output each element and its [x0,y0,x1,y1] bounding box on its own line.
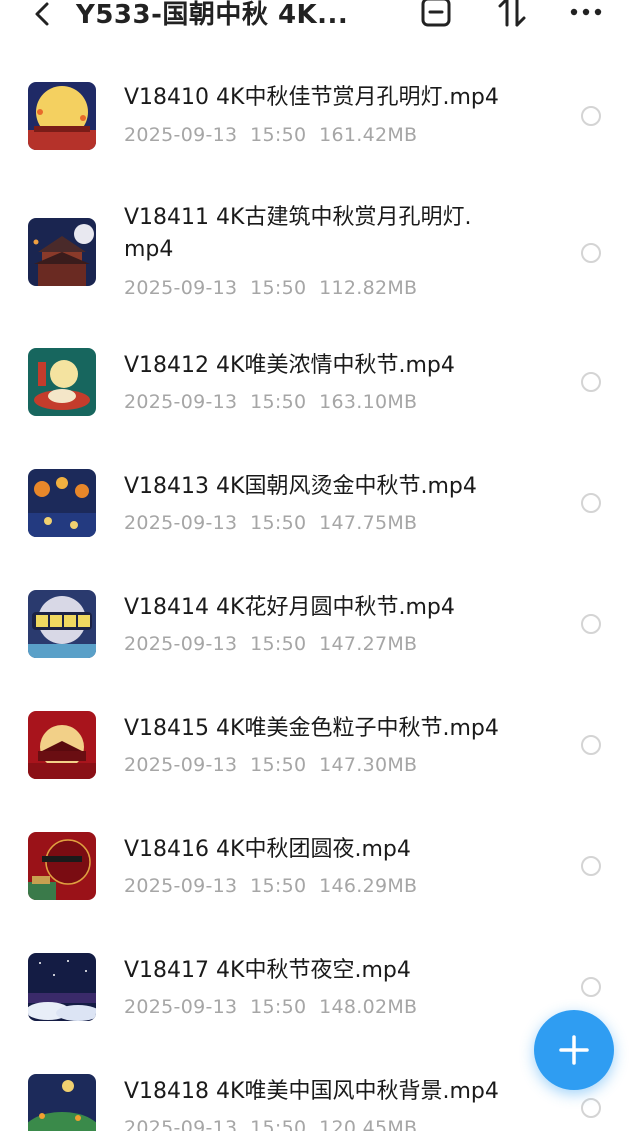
more-button[interactable] [566,0,606,32]
select-icon [421,0,451,27]
select-checkbox[interactable] [581,106,601,126]
file-name: V18417 4K中秋节夜空.mp4 [124,958,411,983]
video-thumbnail [28,711,96,779]
file-date: 2025-09-13 [124,996,238,1018]
file-size: 146.29MB [319,875,418,897]
sort-button[interactable] [492,0,532,32]
select-checkbox[interactable] [581,856,601,876]
file-meta: 2025-09-13 15:50 147.75MB [124,512,417,534]
file-size: 112.82MB [319,277,418,299]
file-date: 2025-09-13 [124,1117,238,1131]
page-title: Y533-国朝中秋 4K... [76,0,349,30]
file-name: V18412 4K唯美浓情中秋节.mp4 [124,353,455,378]
file-date: 2025-09-13 [124,124,238,146]
file-time: 15:50 [250,124,307,146]
file-meta: 2025-09-13 15:50 147.27MB [124,633,417,655]
file-size: 161.42MB [319,124,418,146]
video-thumbnail [28,953,96,1021]
select-checkbox[interactable] [581,493,601,513]
file-date: 2025-09-13 [124,277,238,299]
file-time: 15:50 [250,875,307,897]
file-name: V18418 4K唯美中国风中秋背景.mp4 [124,1079,499,1104]
file-date: 2025-09-13 [124,875,238,897]
file-time: 15:50 [250,512,307,534]
file-name: V18410 4K中秋佳节赏月孔明灯.mp4 [124,85,499,110]
file-time: 15:50 [250,277,307,299]
file-meta: 2025-09-13 15:50 120.45MB [124,1117,417,1131]
file-meta: 2025-09-13 15:50 146.29MB [124,875,417,897]
file-date: 2025-09-13 [124,754,238,776]
app-header: Y533-国朝中秋 4K... [0,0,640,40]
select-checkbox[interactable] [581,614,601,634]
file-size: 147.27MB [319,633,418,655]
file-time: 15:50 [250,996,307,1018]
select-checkbox[interactable] [581,243,601,263]
file-name: V18411 4K古建筑中秋赏月孔明灯.mp4 [124,205,472,262]
file-date: 2025-09-13 [124,512,238,534]
plus-icon [559,1035,589,1065]
file-date: 2025-09-13 [124,391,238,413]
file-meta: 2025-09-13 15:50 161.42MB [124,124,417,146]
video-thumbnail [28,832,96,900]
file-size: 148.02MB [319,996,418,1018]
video-thumbnail [28,590,96,658]
file-time: 15:50 [250,754,307,776]
file-size: 120.45MB [319,1117,418,1131]
file-time: 15:50 [250,391,307,413]
video-thumbnail [28,1074,96,1131]
video-thumbnail [28,82,96,150]
file-name: V18414 4K花好月圆中秋节.mp4 [124,595,455,620]
add-button[interactable] [534,1010,614,1090]
file-size: 163.10MB [319,391,418,413]
file-name: V18416 4K中秋团圆夜.mp4 [124,837,411,862]
file-date: 2025-09-13 [124,633,238,655]
file-meta: 2025-09-13 15:50 112.82MB [124,277,417,299]
sort-icon [498,0,526,27]
file-name: V18415 4K唯美金色粒子中秋节.mp4 [124,716,499,741]
select-checkbox[interactable] [581,977,601,997]
file-meta: 2025-09-13 15:50 148.02MB [124,996,417,1018]
file-time: 15:50 [250,633,307,655]
video-thumbnail [28,218,96,286]
file-time: 15:50 [250,1117,307,1131]
video-thumbnail [28,348,96,416]
video-thumbnail [28,469,96,537]
file-size: 147.75MB [319,512,418,534]
select-button[interactable] [416,0,456,32]
file-meta: 2025-09-13 15:50 163.10MB [124,391,417,413]
file-size: 147.30MB [319,754,418,776]
back-icon [35,2,49,26]
more-icon [570,8,602,16]
select-checkbox[interactable] [581,372,601,392]
back-button[interactable] [28,0,56,32]
select-checkbox[interactable] [581,735,601,755]
select-checkbox[interactable] [581,1098,601,1118]
file-name: V18413 4K国朝风烫金中秋节.mp4 [124,474,477,499]
file-meta: 2025-09-13 15:50 147.30MB [124,754,417,776]
